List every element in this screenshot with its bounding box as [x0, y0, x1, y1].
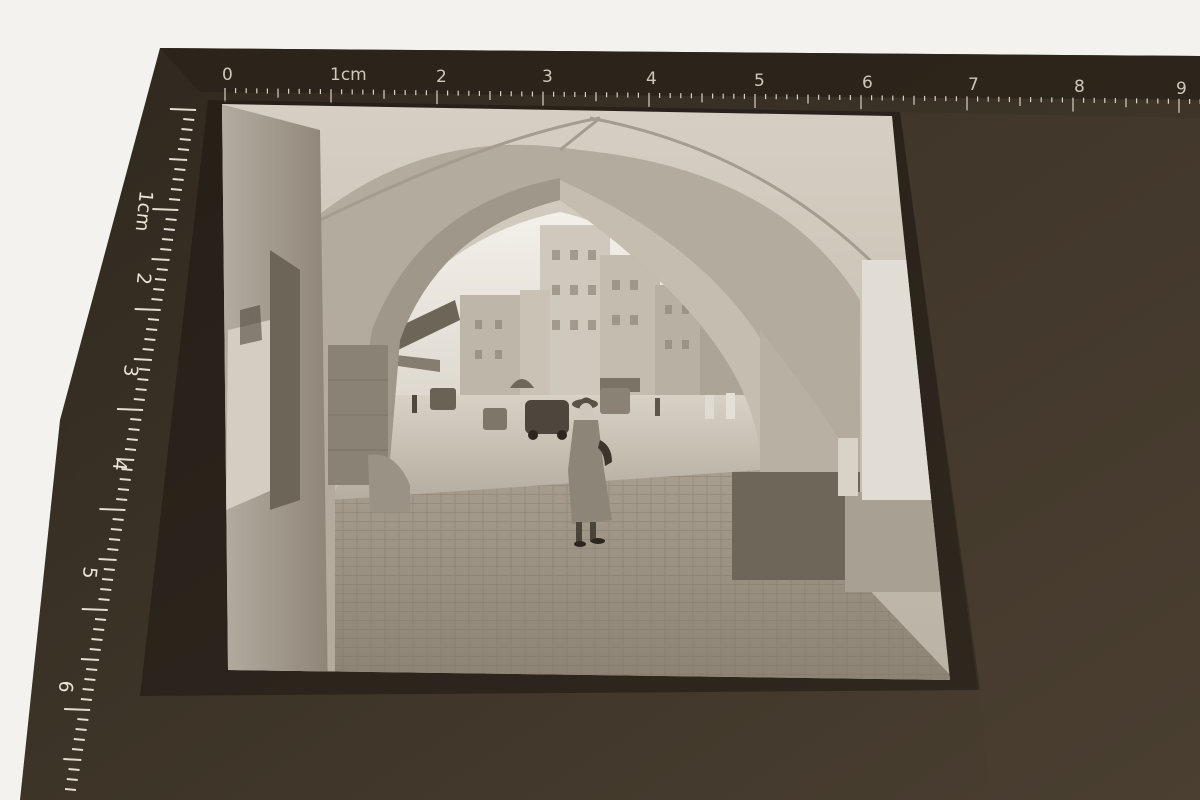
left-ruler-tick [84, 678, 96, 681]
left-ruler-number: 1cm [131, 189, 157, 232]
left-ruler-tick [71, 748, 84, 751]
left-ruler-number: 2 [132, 271, 155, 285]
left-ruler-tick [144, 338, 156, 341]
left-window [226, 320, 272, 510]
left-ruler-tick [179, 138, 191, 141]
left-ruler-tick [172, 178, 184, 181]
left-ruler-tick [156, 268, 168, 271]
left-ruler-tick [161, 238, 174, 241]
left-ruler-tick [134, 308, 161, 311]
left-ruler-tick [107, 548, 119, 551]
left-ruler-tick [119, 478, 131, 481]
left-ruler-tick [124, 448, 137, 451]
left-ruler-tick [130, 418, 142, 421]
left-ruler-tick [169, 198, 181, 201]
left-ruler-number: 4 [108, 457, 131, 471]
left-ruler-tick [128, 428, 140, 431]
left-ruler-tick [126, 438, 138, 441]
left-ruler-tick [147, 318, 160, 321]
left-ruler-tick [135, 388, 147, 391]
left-ruler-tick [146, 328, 158, 331]
left-ruler-tick [73, 738, 85, 741]
left-ruler-number: 5 [78, 565, 101, 579]
left-ruler-tick [109, 538, 121, 541]
left-ruler-tick [177, 148, 190, 151]
film-top-band [160, 48, 1200, 100]
left-ruler-tick [174, 168, 186, 171]
left-ruler-tick [153, 288, 165, 291]
left-ruler-tick [86, 668, 98, 671]
left-ruler-tick [103, 568, 115, 571]
left-ruler-tick [94, 618, 107, 621]
film-scene: 0 1cm 2 3 4 5 6 7 8 9 1cm 2 3 4 5 6 [20, 48, 1200, 800]
left-ruler-tick [165, 218, 177, 221]
left-ruler-tick [75, 728, 87, 731]
top-ruler-number: 3 [542, 67, 553, 87]
left-ruler-tick [133, 358, 152, 361]
left-ruler-tick [68, 768, 80, 771]
left-ruler-tick [169, 158, 188, 161]
left-ruler-number: 3 [119, 363, 142, 377]
left-ruler-tick [98, 598, 110, 601]
top-ruler-number: 7 [968, 75, 979, 95]
top-ruler-number: 2 [436, 67, 447, 87]
left-ruler-tick [64, 788, 77, 791]
left-ruler-tick [100, 588, 112, 591]
left-ruler-tick [137, 378, 149, 381]
left-ruler-tick [160, 248, 172, 251]
left-ruler-tick [110, 528, 122, 531]
left-ruler-tick [133, 398, 145, 401]
left-ruler-tick [117, 408, 144, 411]
left-ruler-tick [98, 558, 117, 561]
left-ruler-tick [80, 698, 92, 701]
left-ruler-tick [112, 518, 124, 521]
top-ruler-number: 4 [646, 69, 657, 89]
left-ruler-tick [81, 608, 108, 611]
left-ruler-tick [99, 508, 126, 511]
left-ruler-tick [91, 638, 103, 641]
left-ruler-tick [63, 758, 82, 761]
left-ruler-tick [66, 778, 78, 781]
left-ruler-tick [152, 208, 179, 211]
left-ruler-tick [93, 628, 105, 631]
top-ruler-number: 8 [1074, 77, 1085, 97]
left-ruler-number: 6 [54, 679, 77, 693]
top-ruler-number: 6 [862, 73, 873, 93]
left-ruler-tick [163, 228, 175, 231]
left-ruler-tick [64, 708, 91, 711]
left-ruler-tick [181, 128, 193, 131]
left-ruler-tick [82, 688, 94, 691]
left-ruler-tick [142, 348, 154, 351]
left-ruler-tick [169, 108, 197, 111]
left-ruler-tick [116, 498, 128, 501]
left-ruler-tick [89, 648, 101, 651]
left-ruler-tick [77, 718, 89, 721]
left-ruler-tick [170, 188, 182, 191]
left-ruler-tick [151, 258, 170, 261]
left-ruler-tick [151, 298, 163, 301]
top-ruler-number: 0 [222, 65, 233, 85]
left-ruler-tick [101, 578, 114, 581]
left-ruler-tick [117, 488, 130, 491]
left-ruler-tick [183, 118, 195, 121]
left-ruler-tick [80, 658, 99, 661]
top-ruler-number: 1cm [330, 65, 367, 85]
photo [140, 100, 980, 696]
top-ruler-number: 5 [754, 71, 765, 91]
top-ruler-number: 9 [1176, 79, 1187, 99]
left-ruler-tick [154, 278, 167, 281]
